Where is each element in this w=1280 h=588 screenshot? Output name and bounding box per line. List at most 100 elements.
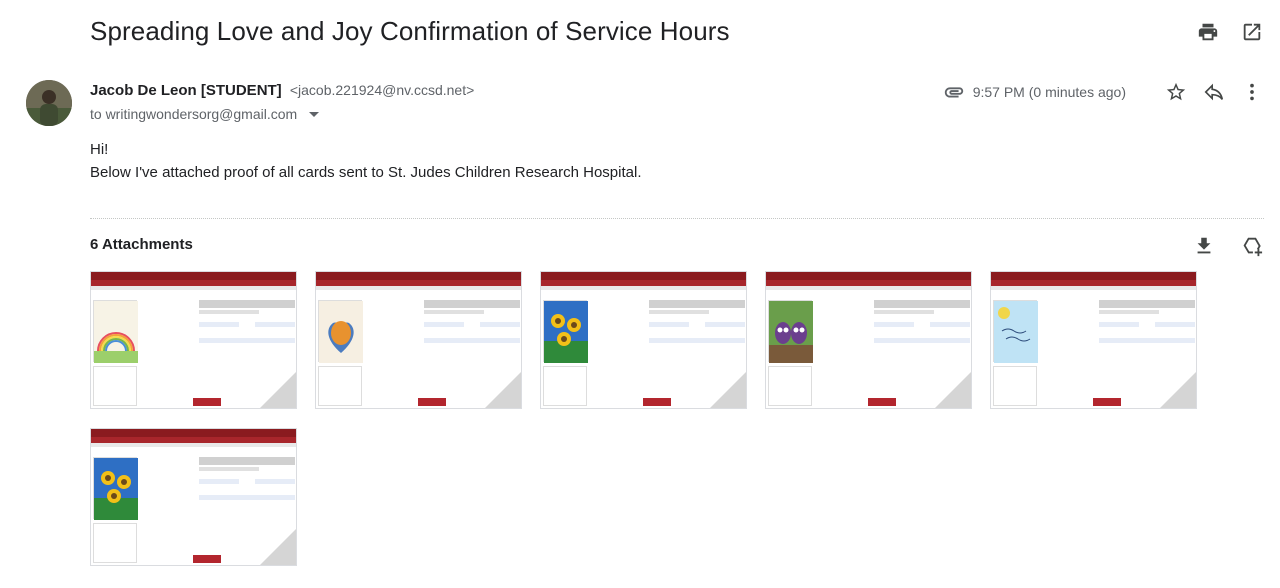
paperclip-icon — [943, 81, 965, 103]
attachment-thumbnail[interactable] — [765, 271, 972, 409]
reply-icon — [1204, 83, 1224, 101]
thumbnail-form-subheading — [199, 310, 259, 314]
thumbnail-send-button — [643, 398, 671, 406]
thumbnail-page — [991, 290, 1196, 408]
thumbnail-page — [541, 290, 746, 408]
attachment-thumbnail[interactable] — [90, 428, 297, 566]
thumbnail-form-subheading — [199, 467, 259, 471]
thumbnail-first-name-field — [424, 322, 464, 327]
thumbnail-email-field — [199, 495, 295, 500]
card-artwork — [319, 301, 363, 363]
recipient-text: to writingwondersorg@gmail.com — [90, 106, 298, 122]
thumbnail-form-heading — [199, 457, 295, 465]
download-all-button[interactable] — [1192, 234, 1216, 258]
thumbnail-browser-bar — [316, 272, 521, 280]
attachment-thumbnail[interactable] — [990, 271, 1197, 409]
recipient-line: to writingwondersorg@gmail.com — [90, 106, 320, 122]
thumbnail-card-caption — [993, 366, 1037, 406]
open-in-new-icon — [1243, 23, 1261, 41]
card-artwork — [544, 301, 588, 363]
attachment-thumbnail[interactable] — [315, 271, 522, 409]
sender-avatar[interactable] — [26, 80, 72, 126]
thumbnail-send-button — [1093, 398, 1121, 406]
body-greeting: Hi! — [90, 141, 109, 158]
open-in-new-window-button[interactable] — [1240, 20, 1264, 44]
card-artwork — [769, 301, 813, 363]
thumbnail-card-image — [993, 300, 1038, 363]
subject-actions — [1196, 20, 1264, 44]
thumbnail-browser-bar — [541, 272, 746, 280]
thumbnail-page-fold — [260, 372, 296, 408]
thumbnail-email-field — [649, 338, 745, 343]
thumbnail-page — [316, 290, 521, 408]
thumbnail-email-field — [199, 338, 295, 343]
star-button[interactable] — [1164, 80, 1188, 104]
thumbnail-last-name-field — [255, 322, 295, 327]
sender-name[interactable]: Jacob De Leon [STUDENT] — [90, 82, 282, 99]
thumbnail-last-name-field — [1155, 322, 1195, 327]
attachments-divider — [90, 218, 1264, 219]
thumbnail-page-fold — [1160, 372, 1196, 408]
thumbnail-card-caption — [93, 366, 137, 406]
attachment-thumbnail[interactable] — [540, 271, 747, 409]
thumbnail-browser-bar — [91, 429, 296, 437]
thumbnail-send-button — [193, 555, 221, 563]
thumbnail-card-caption — [543, 366, 587, 406]
thumbnail-browser-bar — [91, 272, 296, 280]
thumbnail-send-button — [868, 398, 896, 406]
thumbnail-send-button — [193, 398, 221, 406]
thumbnail-last-name-field — [705, 322, 745, 327]
thumbnail-page — [91, 290, 296, 408]
thumbnail-send-button — [418, 398, 446, 406]
thumbnail-first-name-field — [199, 479, 239, 484]
thumbnail-last-name-field — [930, 322, 970, 327]
thumbnail-form-subheading — [1099, 310, 1159, 314]
more-options-button[interactable] — [1240, 80, 1264, 104]
card-artwork — [94, 458, 138, 520]
thumbnail-last-name-field — [480, 322, 520, 327]
more-vert-icon — [1250, 83, 1254, 101]
thumbnail-form-subheading — [424, 310, 484, 314]
print-button[interactable] — [1196, 20, 1220, 44]
reply-button[interactable] — [1202, 80, 1226, 104]
thumbnail-card-image — [93, 300, 138, 363]
thumbnail-form-heading — [874, 300, 970, 308]
thumbnail-page-fold — [485, 372, 521, 408]
thumbnail-form-heading — [649, 300, 745, 308]
add-to-drive-icon — [1243, 237, 1263, 257]
body-paragraph: Below I've attached proof of all cards s… — [90, 164, 642, 181]
thumbnail-page — [91, 447, 296, 565]
thumbnail-email-field — [874, 338, 970, 343]
thumbnail-card-image — [543, 300, 588, 363]
thumbnail-form-subheading — [649, 310, 709, 314]
thumbnail-last-name-field — [255, 479, 295, 484]
star-icon — [1166, 82, 1186, 101]
thumbnail-first-name-field — [874, 322, 914, 327]
thumbnail-first-name-field — [1099, 322, 1139, 327]
show-details-chevron-icon[interactable] — [309, 111, 320, 117]
thumbnail-page — [766, 290, 971, 408]
thumbnail-browser-bar — [766, 272, 971, 280]
thumbnail-browser-bar — [991, 272, 1196, 280]
thumbnail-page-fold — [260, 529, 296, 565]
message-body: Hi! Below I've attached proof of all car… — [90, 138, 641, 184]
card-artwork — [994, 301, 1038, 363]
thumbnail-first-name-field — [649, 322, 689, 327]
thumbnail-card-caption — [768, 366, 812, 406]
sender-email: <jacob.221924@nv.ccsd.net> — [289, 82, 475, 98]
attachments-actions — [1192, 234, 1264, 258]
thumbnail-card-caption — [93, 523, 137, 563]
thumbnail-form-heading — [1099, 300, 1195, 308]
thumbnail-form-heading — [199, 300, 295, 308]
thumbnail-card-image — [318, 300, 363, 363]
thumbnail-page-fold — [935, 372, 971, 408]
thumbnail-first-name-field — [199, 322, 239, 327]
email-subject: Spreading Love and Joy Confirmation of S… — [90, 16, 730, 46]
sender-line: Jacob De Leon [STUDENT] <jacob.221924@nv… — [90, 82, 474, 99]
add-all-to-drive-button[interactable] — [1240, 234, 1264, 258]
thumbnail-page-fold — [710, 372, 746, 408]
card-artwork — [94, 301, 138, 363]
download-icon — [1197, 237, 1211, 254]
attachment-thumbnail[interactable] — [90, 271, 297, 409]
thumbnail-card-image — [768, 300, 813, 363]
